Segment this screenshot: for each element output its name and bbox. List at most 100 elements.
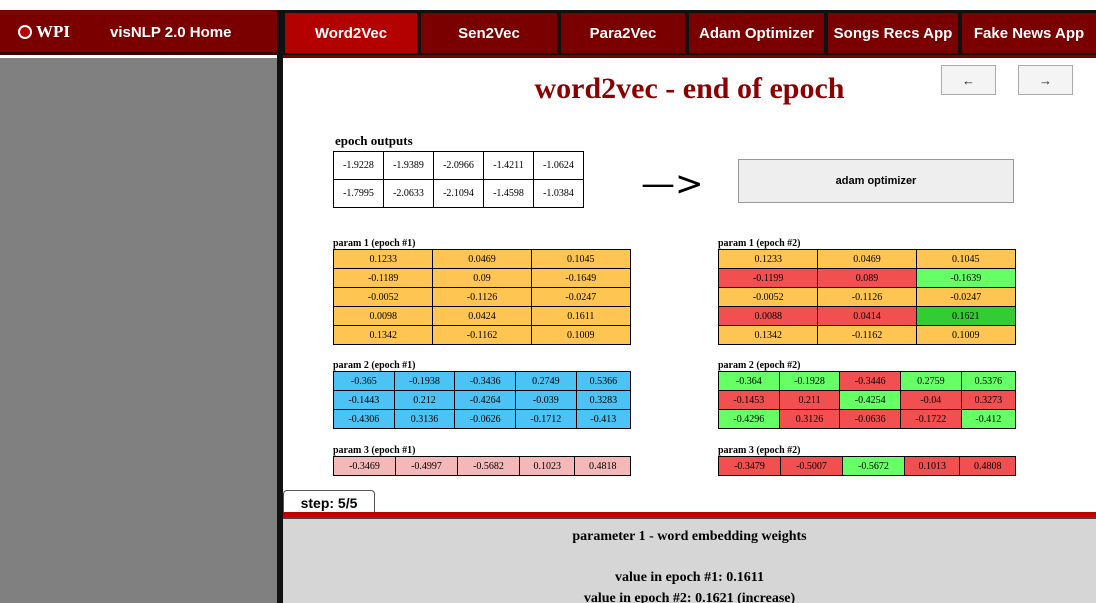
table-cell: -0.5682 — [457, 456, 520, 476]
home-link[interactable]: visNLP 2.0 Home — [110, 24, 231, 41]
table-cell: -0.4997 — [395, 456, 458, 476]
table-cell: 0.3126 — [778, 409, 841, 429]
table-cell: -2.0633 — [383, 179, 434, 208]
table-cell: 0.0088 — [717, 306, 819, 326]
table-cell: -2.1094 — [433, 179, 484, 208]
table-cell: 0.0414 — [817, 306, 917, 326]
nav-tab-sen2vec[interactable]: Sen2Vec — [421, 13, 557, 53]
table-cell: -0.1126 — [432, 287, 532, 307]
main-content: word2vec - end of epoch ← → epoch output… — [283, 58, 1096, 516]
table-row: 0.1342 -0.1162 0.1009 — [717, 325, 1017, 345]
table-cell: -0.1712 — [515, 409, 577, 429]
nav-tab-para2vec[interactable]: Para2Vec — [561, 13, 685, 53]
wpi-logo-text: WPI — [36, 22, 70, 41]
param-label: param 3 (epoch #2) — [718, 445, 801, 456]
table-cell: -0.04 — [900, 390, 962, 410]
table-row: 0.1342 -0.1162 0.1009 — [332, 325, 632, 345]
table-cell: -0.5007 — [780, 456, 843, 476]
param-table: -0.3479 -0.5007 -0.5672 0.1013 0.4808 — [718, 456, 1016, 476]
table-cell: -0.3436 — [454, 371, 517, 391]
nav-tab-fake-news-app[interactable]: Fake News App — [962, 13, 1096, 53]
table-cell: 0.09 — [432, 268, 532, 288]
table-row: -0.1443 0.212 -0.4264 -0.039 0.3283 — [333, 390, 632, 410]
table-cell: -0.1443 — [333, 390, 395, 410]
table-cell: 0.5366 — [575, 371, 632, 391]
table-cell: 0.1233 — [717, 249, 819, 269]
top-strip — [0, 0, 1096, 10]
wpi-logo[interactable]: WPI — [18, 22, 70, 42]
table-cell: 0.1342 — [332, 325, 434, 345]
step-bar — [283, 512, 1096, 519]
table-cell: 0.1611 — [530, 306, 632, 326]
table-cell: -0.1189 — [332, 268, 434, 288]
table-cell: -1.0624 — [533, 151, 584, 180]
table-row: -0.4306 0.3136 -0.0626 -0.1712 -0.413 — [333, 409, 632, 429]
param-label: param 1 (epoch #1) — [333, 238, 416, 249]
table-cell: 0.1621 — [915, 306, 1017, 326]
table-cell: -0.1453 — [718, 390, 780, 410]
table-cell: -0.3479 — [718, 456, 781, 476]
table-cell: 0.1233 — [332, 249, 434, 269]
table-cell: -2.0966 — [433, 151, 484, 180]
nav-tab-word2vec[interactable]: Word2Vec — [285, 13, 417, 53]
table-cell: 0.3273 — [960, 390, 1017, 410]
table-cell: 0.4818 — [574, 456, 631, 476]
table-cell: 0.1023 — [518, 456, 576, 476]
table-cell: -1.4598 — [483, 179, 534, 208]
table-row: -0.0052 -0.1126 -0.0247 — [332, 287, 632, 307]
prev-button[interactable]: ← — [941, 65, 996, 95]
table-cell: 0.211 — [778, 390, 841, 410]
table-cell: 0.212 — [393, 390, 456, 410]
param-label: param 3 (epoch #1) — [333, 445, 416, 456]
table-cell: 0.2749 — [515, 371, 577, 391]
table-cell: -0.1649 — [530, 268, 632, 288]
table-cell: 0.1013 — [903, 456, 961, 476]
table-cell: -0.0247 — [915, 287, 1017, 307]
table-cell: -0.1928 — [778, 371, 841, 391]
table-cell: -0.1938 — [393, 371, 456, 391]
sidebar — [0, 58, 277, 603]
param-label: param 2 (epoch #2) — [718, 360, 801, 371]
table-cell: -0.5672 — [842, 456, 905, 476]
table-cell: -0.1162 — [432, 325, 532, 345]
table-cell: -0.364 — [718, 371, 780, 391]
param-label: param 1 (epoch #2) — [718, 238, 801, 249]
table-cell: 0.0469 — [432, 249, 532, 269]
table-cell: -0.1162 — [817, 325, 917, 345]
table-cell: 0.0098 — [332, 306, 434, 326]
table-row: -0.3469 -0.4997 -0.5682 0.1023 0.4818 — [333, 456, 631, 476]
table-cell: -0.1722 — [900, 409, 962, 429]
adam-optimizer-button[interactable]: adam optimizer — [738, 159, 1014, 203]
table-cell: -0.4306 — [333, 409, 395, 429]
table-cell: 0.089 — [817, 268, 917, 288]
top-nav: Word2Vec Sen2Vec Para2Vec Adam Optimizer… — [283, 10, 1096, 55]
table-cell: 0.0469 — [817, 249, 917, 269]
step-indicator: step: 5/5 — [283, 490, 375, 514]
detail-panel: parameter 1 - word embedding weights val… — [283, 519, 1096, 603]
table-cell: -0.0636 — [839, 409, 902, 429]
table-cell: -0.365 — [333, 371, 395, 391]
table-row: -0.1189 0.09 -0.1649 — [332, 268, 632, 288]
table-cell: -0.412 — [960, 409, 1017, 429]
table-row: 0.1233 0.0469 0.1045 — [717, 249, 1017, 269]
nav-tab-songs-recs-app[interactable]: Songs Recs App — [828, 13, 958, 53]
table-cell: 0.1045 — [915, 249, 1017, 269]
table-cell: 0.1342 — [717, 325, 819, 345]
table-cell: -0.0052 — [332, 287, 434, 307]
param-table: -0.364 -0.1928 -0.3446 0.2759 0.5376 -0.1453 0… — [718, 371, 1017, 429]
nav-tab-adam-optimizer[interactable]: Adam Optimizer — [689, 13, 824, 53]
table-row: -0.4296 0.3126 -0.0636 -0.1722 -0.412 — [718, 409, 1017, 429]
table-cell: -0.3446 — [839, 371, 902, 391]
table-cell: -1.9389 — [383, 151, 434, 180]
table-row: -0.364 -0.1928 -0.3446 0.2759 0.5376 — [718, 371, 1017, 391]
table-cell: 0.3283 — [575, 390, 632, 410]
table-row: -1.7995 -2.0633 -2.1094 -1.4598 -1.0384 — [333, 179, 584, 208]
table-cell: 0.1045 — [530, 249, 632, 269]
table-cell: -0.4296 — [718, 409, 780, 429]
table-cell: -0.413 — [575, 409, 632, 429]
table-cell: -0.4254 — [839, 390, 902, 410]
table-cell: -0.1639 — [915, 268, 1017, 288]
epoch-outputs-label: epoch outputs — [335, 133, 413, 148]
table-cell: -1.7995 — [333, 179, 384, 208]
next-button[interactable]: → — [1018, 65, 1073, 95]
